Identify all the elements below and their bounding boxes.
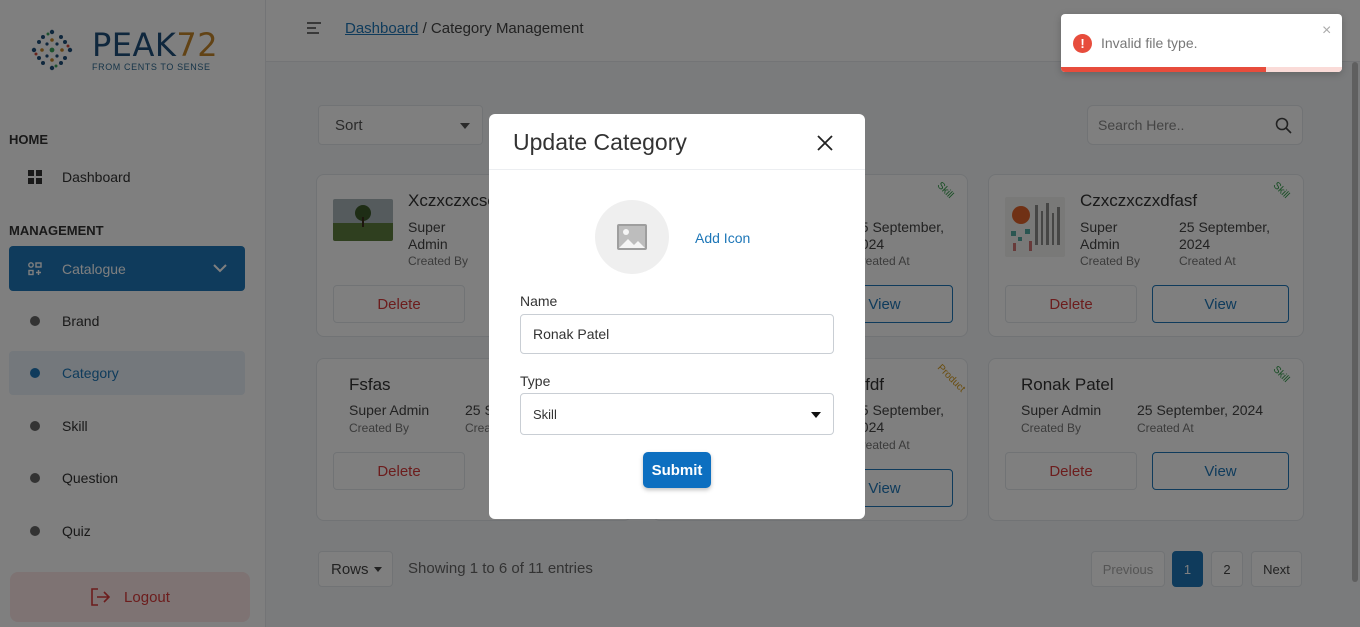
name-label: Name [520, 293, 558, 309]
image-placeholder-icon [617, 224, 647, 250]
modal-title: Update Category [513, 129, 687, 155]
type-select[interactable]: Skill [520, 393, 834, 435]
submit-button[interactable]: Submit [643, 452, 711, 488]
toast-message: Invalid file type. [1101, 35, 1198, 51]
close-icon[interactable] [816, 134, 834, 152]
type-selected-value: Skill [533, 406, 557, 422]
modal-divider [489, 169, 865, 170]
toast-close-icon[interactable]: × [1322, 22, 1331, 40]
toast-progress-bar [1061, 67, 1267, 72]
type-label: Type [520, 373, 551, 389]
icon-upload-preview[interactable] [595, 200, 669, 274]
error-icon: ! [1073, 34, 1092, 53]
error-toast: ! Invalid file type. × [1061, 14, 1342, 72]
name-field[interactable] [520, 314, 834, 354]
update-category-modal: Update Category Add Icon Name Type Skill… [489, 114, 865, 519]
add-icon-link[interactable]: Add Icon [695, 230, 750, 246]
caret-down-icon [811, 412, 821, 418]
